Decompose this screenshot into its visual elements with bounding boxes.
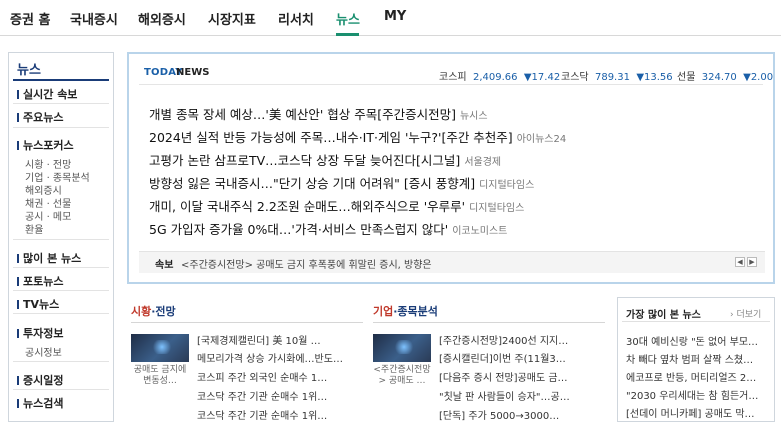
divider	[13, 239, 109, 240]
index-kosdaq[interactable]: 코스닥 789.31 ▼13.56	[561, 68, 673, 83]
list-item[interactable]: 에코프로 반등, 머티리얼즈 2…	[626, 369, 772, 384]
nav-item-my[interactable]: MY	[384, 9, 406, 24]
nav-item-stock-home[interactable]: 증권 홈	[10, 9, 50, 28]
nav-item-domestic-market[interactable]: 국내증시	[70, 9, 118, 28]
sidebar-item-most-viewed[interactable]: 많이 본 뉴스	[17, 250, 81, 266]
list-item[interactable]: [증시캘린더]이번 주(11월3…	[439, 350, 566, 365]
list-item[interactable]: [선데이 머니카페] 공매도 막…	[626, 405, 772, 420]
list-item[interactable]: 메모리가격 상승 가시화에…반도…	[197, 350, 343, 365]
market-outlook-section: 시황·전망 공매도 금지에 변동성… [국제경제캘린더] 美 10월 … 메모리…	[131, 303, 363, 422]
list-item[interactable]: [국제경제캘린더] 美 10월 …	[197, 332, 321, 347]
sidebar-item-main-news[interactable]: 주요뉴스	[17, 109, 63, 125]
nav-item-overseas-market[interactable]: 해외증시	[138, 9, 186, 28]
chevron-left-icon[interactable]: ◀	[735, 257, 745, 267]
list-item[interactable]: "칫날 판 사람들이 승자"…공…	[439, 388, 570, 403]
list-item[interactable]: [단독] 주가 5000→3000…	[439, 407, 559, 422]
headline-link[interactable]: 5G 가입자 증가율 0%대…'가격·서비스 만족스럽지 않다' 이코노미스트	[149, 219, 507, 238]
divider	[13, 103, 109, 104]
headline-link[interactable]: 방향성 잃은 국내증시…"단기 상승 기대 어려워" [증시 풍향계] 디지털타임…	[149, 173, 534, 192]
header-divider	[139, 84, 763, 85]
nav-item-research[interactable]: 리서치	[278, 9, 314, 28]
active-tab-indicator	[336, 33, 359, 36]
section-title: 시황·전망	[131, 305, 176, 318]
sidebar-item-tv-news[interactable]: TV뉴스	[17, 296, 59, 312]
top-nav: 증권 홈 국내증시 해외증시 시장지표 리서치 뉴스 MY	[0, 0, 781, 36]
news-sidebar: 뉴스 실시간 속보 주요뉴스 뉴스포커스 시황 · 전망 기업 · 종목분석 해…	[8, 52, 114, 422]
sidebar-item-investment-info[interactable]: 투자정보	[17, 325, 63, 341]
sidebar-item-news-search[interactable]: 뉴스검색	[17, 395, 63, 411]
today-news-box: TODAY NEWS 코스피 2,409.66 ▼17.42 코스닥 789.3…	[127, 52, 775, 284]
breaking-news-ticker: 속보 <주간증시전망> 공매도 금지 후폭풍에 휘말린 증시, 방향은 ◀ ▶	[139, 251, 765, 273]
divider	[13, 389, 109, 390]
ticker-label: 속보	[155, 260, 174, 271]
divider	[13, 127, 109, 128]
list-item[interactable]: 코스닥 주간 기관 순매수 1위…	[197, 407, 327, 422]
thumbnail-caption[interactable]: <주간증시전망> 공매도 …	[373, 365, 431, 387]
section-divider	[131, 322, 363, 323]
sidebar-subitem-exchange[interactable]: 환율	[25, 221, 43, 236]
nav-item-market-indicators[interactable]: 시장지표	[208, 9, 256, 28]
section-divider	[373, 322, 605, 323]
index-futures[interactable]: 선물 324.70 ▼2.00	[677, 68, 773, 83]
list-item[interactable]: "2030 우리세대는 참 힘든거…	[626, 387, 772, 402]
list-item[interactable]: 30대 예비신랑 "돈 없어 부모…	[626, 333, 772, 348]
sidebar-item-market-schedule[interactable]: 증시일정	[17, 372, 63, 388]
section-title: 기업·종목분석	[373, 305, 438, 318]
nav-item-news[interactable]: 뉴스	[336, 9, 360, 28]
more-link[interactable]: › 더보기	[730, 307, 761, 320]
divider	[13, 290, 109, 291]
divider	[622, 321, 770, 322]
headline-link[interactable]: 고평가 논란 삼프로TV…코스닥 상장 두달 늦어진다[시그널] 서울경제	[149, 150, 501, 169]
sidebar-subitem-disclosure-info[interactable]: 공시정보	[25, 344, 62, 359]
list-item[interactable]: 코스닥 주간 기관 순매수 1위…	[197, 388, 327, 403]
company-analysis-section: 기업·종목분석 <주간증시전망> 공매도 … [주간증시전망]2400선 지지……	[373, 303, 605, 422]
headline-link[interactable]: 2024년 실적 반등 가능성에 주목…내수·IT·게임 '누구?'[주간 추천…	[149, 127, 566, 146]
divider	[13, 267, 109, 268]
index-kospi[interactable]: 코스피 2,409.66 ▼17.42	[439, 68, 560, 83]
divider	[13, 361, 109, 362]
sidebar-title-divider	[13, 79, 109, 81]
sidebar-title: 뉴스	[17, 63, 41, 78]
list-item[interactable]: 차 빼다 옆차 범퍼 살짝 스쳤…	[626, 351, 772, 366]
headline-link[interactable]: 개미, 이달 국내주식 2.2조원 순매도…해외주식으로 '우루루' 디지털타임스	[149, 196, 524, 215]
list-item[interactable]: 코스피 주간 외국인 순매수 1…	[197, 369, 327, 384]
news-thumbnail[interactable]	[373, 334, 431, 362]
sidebar-item-photo-news[interactable]: 포토뉴스	[17, 273, 63, 289]
sidebar-item-news-focus[interactable]: 뉴스포커스	[17, 137, 74, 153]
list-item[interactable]: [주간증시전망]2400선 지지…	[439, 332, 568, 347]
news-thumbnail[interactable]	[131, 334, 189, 362]
news-label: NEWS	[176, 67, 210, 78]
divider	[13, 313, 109, 314]
headline-link[interactable]: 개별 종목 장세 예상…'美 예산안' 협상 주목[주간증시전망] 뉴시스	[149, 104, 488, 123]
sidebar-item-breaking-news[interactable]: 실시간 속보	[17, 86, 77, 102]
thumbnail-caption[interactable]: 공매도 금지에 변동성…	[131, 365, 189, 387]
list-item[interactable]: [다음주 증시 전망]공매도 금…	[439, 369, 568, 384]
most-viewed-title: 가장 많이 본 뉴스	[626, 310, 701, 321]
most-viewed-news-box: 가장 많이 본 뉴스 › 더보기 30대 예비신랑 "돈 없어 부모… 차 빼다…	[617, 297, 775, 422]
ticker-headline[interactable]: <주간증시전망> 공매도 금지 후폭풍에 휘말린 증시, 방향은	[181, 256, 432, 271]
chevron-right-icon[interactable]: ▶	[747, 257, 757, 267]
